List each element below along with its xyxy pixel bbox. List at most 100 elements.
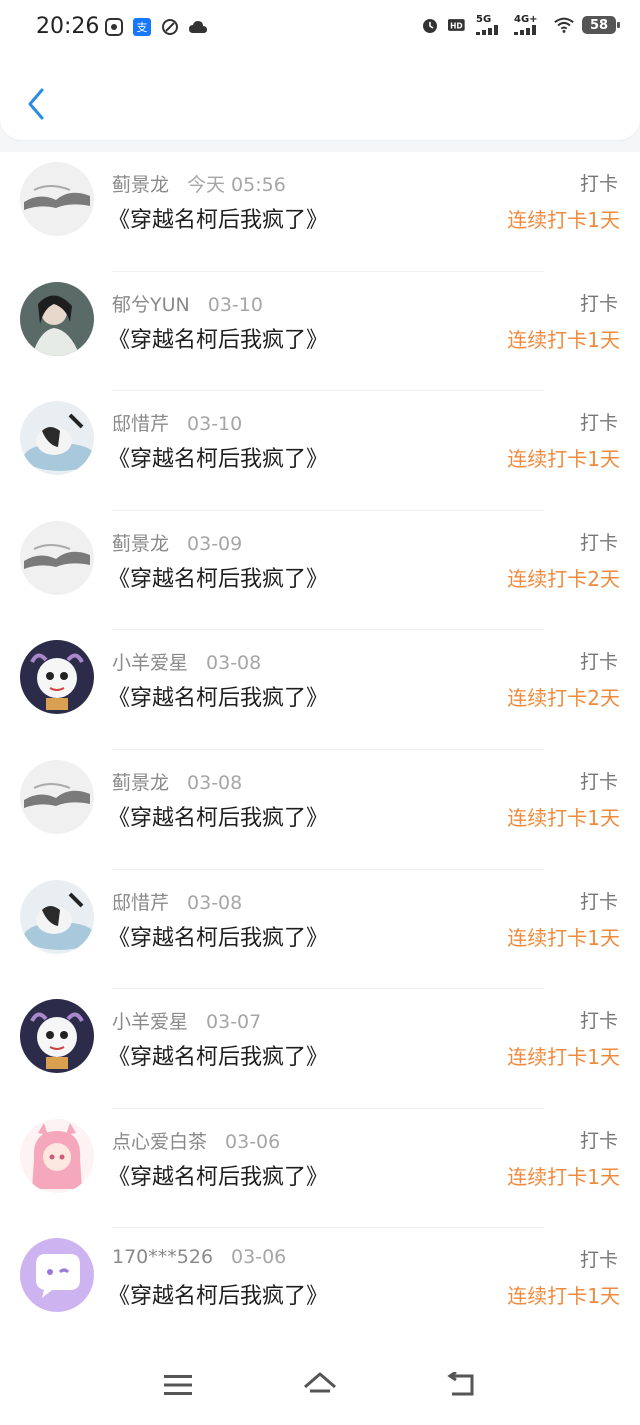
streak-label: 连续打卡1天: [507, 1045, 620, 1070]
streak-label: 连续打卡1天: [507, 925, 620, 950]
avatar[interactable]: [20, 879, 94, 954]
name-line: 170***526 03-06: [112, 1246, 286, 1268]
user-name: 蓟景龙: [112, 771, 170, 794]
list-item[interactable]: 蓟景龙 03-08 《穿越名柯后我疯了》 打卡 连续打卡1天: [0, 750, 640, 870]
signal-4g-icon: 4G+: [514, 15, 546, 35]
post-date: 03-06: [225, 1130, 281, 1153]
streak-label: 连续打卡2天: [507, 686, 620, 711]
user-name: 郁兮YUN: [112, 293, 190, 316]
avatar[interactable]: [20, 640, 94, 715]
app-notification-icon: [104, 17, 124, 37]
avatar[interactable]: [20, 281, 94, 356]
user-name: 小羊爱星: [112, 652, 189, 675]
list-item[interactable]: 点心爱白茶 03-06 《穿越名柯后我疯了》 打卡 连续打卡1天: [0, 1109, 640, 1229]
list-item[interactable]: 蓟景龙 今天 05:56 《穿越名柯后我疯了》 打卡 连续打卡1天: [0, 152, 640, 272]
checkin-tag: 打卡: [579, 412, 618, 435]
checkin-tag: 打卡: [579, 292, 618, 315]
cloud-icon: [188, 17, 208, 37]
menu-icon: [164, 1375, 192, 1395]
checkin-tag: 打卡: [579, 1010, 618, 1033]
status-bar: 20:26 支 HD 5G 4G+ 58: [0, 0, 640, 56]
status-app-icons: 支: [104, 17, 208, 37]
back-icon: [447, 1372, 474, 1396]
post-date: 03-10: [207, 293, 263, 316]
streak-label: 连续打卡1天: [507, 327, 620, 352]
book-title: 《穿越名柯后我疯了》: [108, 208, 329, 233]
streak-label: 连续打卡1天: [507, 208, 620, 232]
list-item[interactable]: 郁兮YUN 03-10 《穿越名柯后我疯了》 打卡 连续打卡1天: [0, 272, 640, 392]
chevron-left-icon: [28, 88, 44, 120]
battery-icon: 58: [582, 16, 620, 34]
book-title: 《穿越名柯后我疯了》: [108, 1045, 329, 1071]
header: 20:26 支 HD 5G 4G+ 58: [0, 0, 640, 140]
status-time: 20:26: [36, 14, 100, 39]
post-date: 03-09: [187, 532, 243, 555]
user-name: 170***526: [112, 1246, 214, 1269]
svg-text:支: 支: [137, 21, 148, 34]
avatar[interactable]: [20, 759, 94, 834]
wifi-icon: [554, 15, 574, 35]
avatar[interactable]: [20, 162, 94, 236]
book-title: 《穿越名柯后我疯了》: [108, 447, 329, 473]
avatar[interactable]: [20, 1118, 94, 1193]
net-5g-label: 5G: [476, 14, 492, 25]
avatar[interactable]: [20, 1238, 94, 1313]
net-4g-label: 4G+: [514, 14, 538, 25]
post-date: 03-06: [231, 1246, 287, 1269]
back-nav-button[interactable]: [442, 1367, 482, 1403]
name-line: 蓟景龙 03-08: [112, 768, 242, 795]
hd-icon: HD: [448, 15, 468, 35]
name-line: 蓟景龙 03-09: [112, 529, 242, 556]
book-title: 《穿越名柯后我疯了》: [108, 566, 329, 592]
checkin-tag: 打卡: [579, 173, 618, 195]
name-line: 邸惜芹 03-08: [112, 888, 242, 915]
home-icon: [304, 1372, 336, 1393]
signal-5g-icon: 5G: [476, 15, 506, 35]
menu-button[interactable]: [158, 1367, 198, 1403]
list-item[interactable]: 170***526 03-06 《穿越名柯后我疯了》 打卡 连续打卡1天: [0, 1228, 640, 1348]
user-name: 蓟景龙: [112, 532, 170, 555]
streak-label: 连续打卡2天: [507, 566, 620, 591]
avatar[interactable]: [20, 520, 94, 595]
back-button[interactable]: [18, 82, 54, 126]
checkin-tag: 打卡: [579, 1129, 618, 1152]
avatar[interactable]: [20, 999, 94, 1074]
streak-label: 连续打卡1天: [507, 805, 620, 830]
svg-text:HD: HD: [450, 21, 463, 30]
home-button[interactable]: [300, 1367, 340, 1403]
book-title: 《穿越名柯后我疯了》: [108, 805, 329, 831]
checkin-tag: 打卡: [579, 770, 618, 793]
list-item[interactable]: 蓟景龙 03-09 《穿越名柯后我疯了》 打卡 连续打卡2天: [0, 511, 640, 631]
post-date: 03-10: [187, 413, 243, 436]
book-title: 《穿越名柯后我疯了》: [108, 1164, 329, 1190]
user-name: 点心爱白茶: [112, 1130, 208, 1153]
name-line: 点心爱白茶 03-06: [112, 1127, 280, 1154]
list-item[interactable]: 小羊爱星 03-07 《穿越名柯后我疯了》 打卡 连续打卡1天: [0, 989, 640, 1109]
streak-label: 连续打卡1天: [507, 1164, 620, 1189]
name-line: 郁兮YUN 03-10: [112, 290, 263, 317]
list-item[interactable]: 小羊爱星 03-08 《穿越名柯后我疯了》 打卡 连续打卡2天: [0, 630, 640, 750]
checkin-tag: 打卡: [579, 1249, 618, 1272]
user-name: 邸惜芹: [112, 413, 170, 436]
name-line: 小羊爱星 03-08: [112, 648, 261, 675]
book-title: 《穿越名柯后我疯了》: [108, 925, 329, 951]
name-line: 小羊爱星 03-07: [112, 1007, 261, 1034]
post-date: 03-08: [187, 891, 243, 914]
streak-label: 连续打卡1天: [507, 447, 620, 472]
list-item[interactable]: 邸惜芹 03-08 《穿越名柯后我疯了》 打卡 连续打卡1天: [0, 870, 640, 990]
system-nav-bar: [0, 1345, 640, 1425]
list-item[interactable]: 邸惜芹 03-10 《穿越名柯后我疯了》 打卡 连续打卡1天: [0, 391, 640, 511]
book-title: 《穿越名柯后我疯了》: [108, 327, 329, 353]
post-date: 03-08: [206, 652, 262, 675]
status-system-icons: HD 5G 4G+ 58: [420, 15, 620, 35]
user-name: 蓟景龙: [112, 174, 170, 196]
post-date: 03-08: [187, 771, 243, 794]
checkin-tag: 打卡: [579, 531, 618, 554]
user-name: 小羊爱星: [112, 1011, 189, 1034]
avatar[interactable]: [20, 401, 94, 476]
name-line: 蓟景龙 今天 05:56: [112, 170, 286, 197]
name-line: 邸惜芹 03-10: [112, 409, 242, 436]
post-date: 今天 05:56: [187, 174, 286, 196]
alipay-icon: 支: [132, 17, 152, 37]
user-name: 邸惜芹: [112, 891, 170, 914]
